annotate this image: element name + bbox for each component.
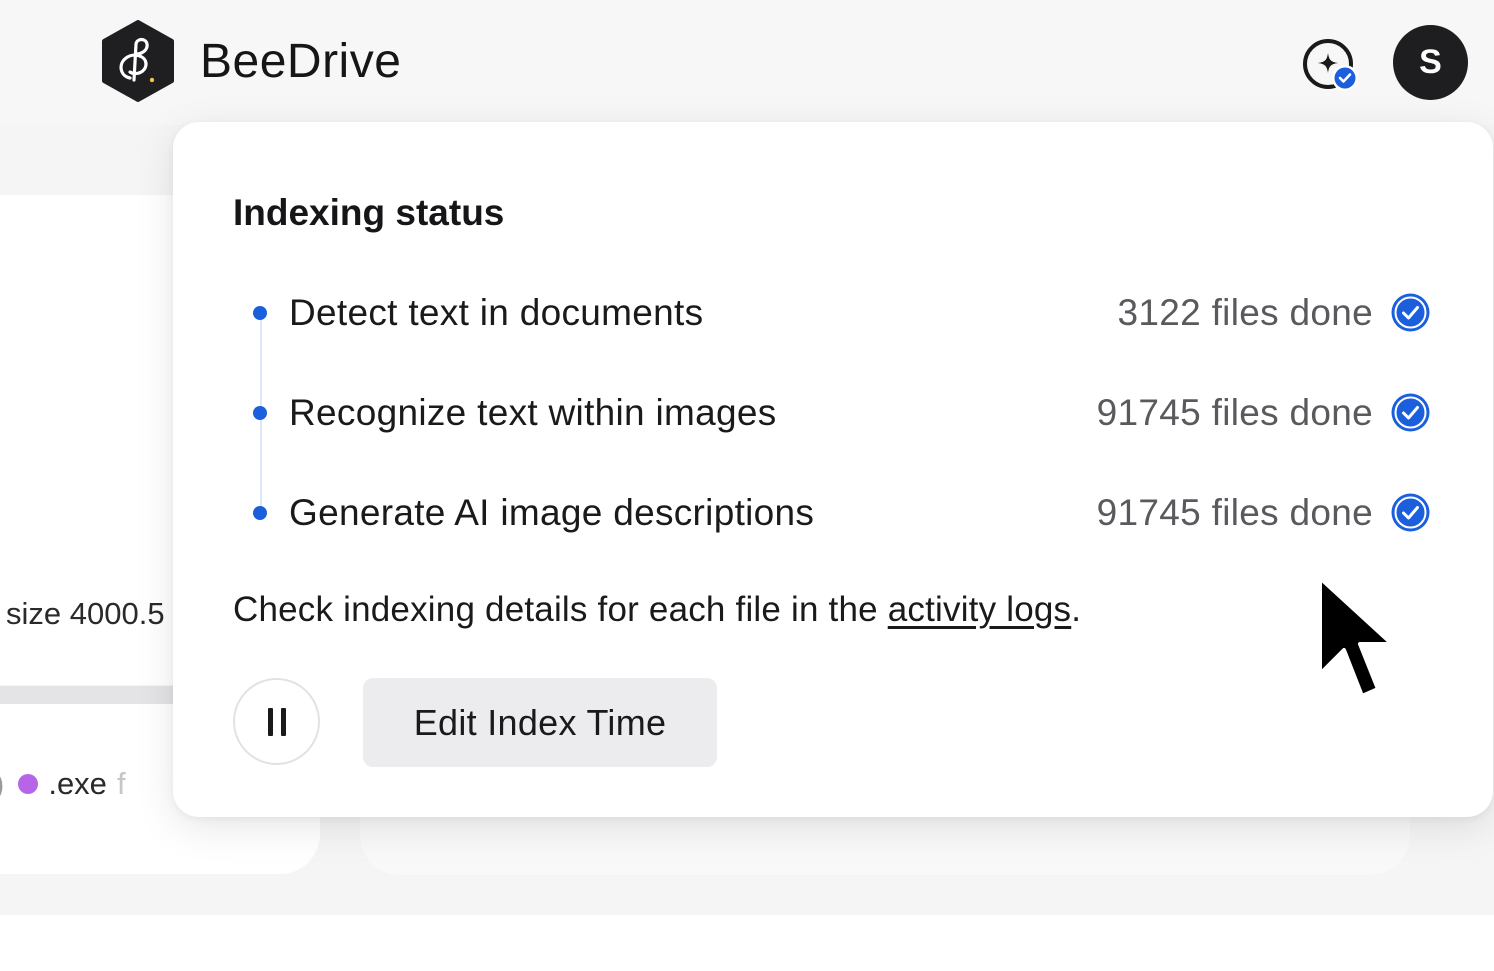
sparkle-check-icon[interactable]: [1300, 34, 1362, 96]
timeline-dot: [253, 506, 267, 520]
app-title: BeeDrive: [200, 35, 402, 88]
help-text-prefix: Check indexing details for each file in …: [233, 590, 888, 629]
task-label: Recognize text within images: [289, 392, 777, 433]
check-circle-icon: [1391, 493, 1430, 532]
filetype-trailing-text: f: [116, 766, 126, 801]
task-row-recognize-text: Recognize text within images 91745 files…: [251, 388, 1431, 438]
task-row-detect-text: Detect text in documents 3122 files done: [251, 288, 1431, 338]
background-size-text: size 4000.5: [6, 596, 165, 631]
task-count: 3122 files done: [1117, 292, 1373, 333]
check-circle-icon: [1391, 393, 1430, 432]
check-circle-icon: [1391, 293, 1430, 332]
filetype-edge-text: ): [0, 766, 4, 802]
edit-index-time-button[interactable]: Edit Index Time: [363, 678, 717, 767]
user-avatar[interactable]: S: [1393, 25, 1468, 100]
activity-logs-link[interactable]: activity logs: [888, 590, 1072, 629]
background-strip: [0, 915, 1494, 971]
filetype-label: .exe: [48, 766, 107, 801]
top-bar: BeeDrive S: [0, 0, 1494, 125]
task-count: 91745 files done: [1096, 492, 1373, 533]
help-text: Check indexing details for each file in …: [233, 590, 1081, 630]
task-label: Detect text in documents: [289, 292, 704, 333]
popover-title: Indexing status: [233, 192, 505, 233]
task-label: Generate AI image descriptions: [289, 492, 815, 533]
pause-button[interactable]: [233, 678, 320, 765]
pause-icon: [267, 707, 286, 736]
indexing-status-popover: Indexing status Detect text in documents…: [173, 122, 1493, 817]
background-filetype-chip: ) .exe f: [0, 766, 126, 802]
task-row-ai-descriptions: Generate AI image descriptions 91745 fil…: [251, 488, 1431, 538]
help-text-suffix: .: [1071, 590, 1082, 629]
beedrive-logo-icon[interactable]: [100, 20, 176, 102]
timeline-dot: [253, 406, 267, 420]
timeline-dot: [253, 306, 267, 320]
mouse-cursor-icon: [1318, 576, 1394, 698]
task-count: 91745 files done: [1096, 392, 1373, 433]
filetype-color-dot: [18, 774, 39, 794]
